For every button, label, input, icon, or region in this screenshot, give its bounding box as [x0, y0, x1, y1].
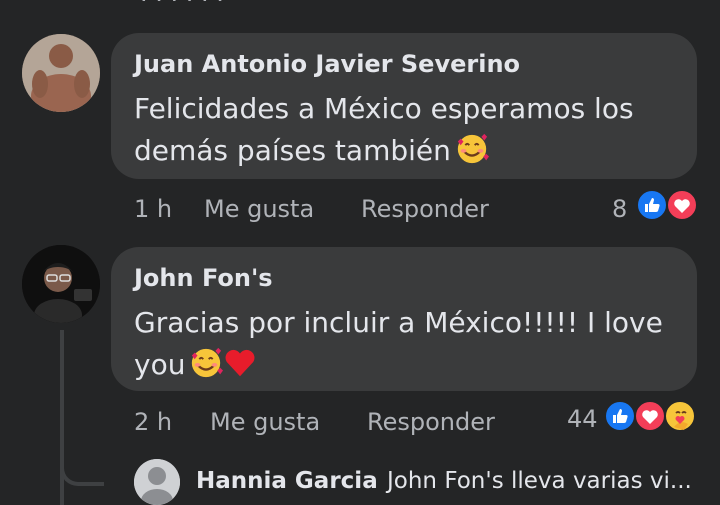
avatar[interactable]	[22, 34, 100, 112]
thread-branch	[60, 432, 104, 486]
truncated-previous-text: · · · · · ·	[140, 0, 224, 14]
smiling-face-with-hearts-icon	[192, 347, 224, 378]
comment-text: Gracias por incluir a México!!!!! I love…	[134, 302, 663, 386]
avatar[interactable]	[134, 459, 180, 505]
comment-author[interactable]: John Fon's	[134, 264, 273, 292]
reply-link[interactable]: Responder	[361, 195, 489, 223]
reply-snippet: John Fon's lleva varias vi...	[387, 468, 692, 494]
love-reaction-icon	[634, 400, 666, 432]
reaction-count: 8	[612, 195, 628, 223]
reply-link[interactable]: Responder	[367, 408, 495, 436]
red-heart-icon	[225, 349, 255, 377]
reply-author[interactable]: Hannia Garcia	[196, 468, 378, 494]
comment-text-line: Felicidades a México esperamos los	[134, 92, 634, 125]
like-reaction-icon	[604, 400, 636, 432]
comment-text-line: you	[134, 344, 663, 386]
comment-author[interactable]: Juan Antonio Javier Severino	[134, 50, 520, 78]
comment-time[interactable]: 2 h	[134, 408, 172, 436]
comment-text-line: demás países también	[134, 130, 634, 172]
care-reaction-icon	[664, 400, 696, 432]
love-reaction-icon	[666, 189, 698, 221]
comment-text-segment: demás países también	[134, 134, 451, 167]
smiling-face-with-hearts-icon	[457, 133, 489, 164]
comment-text-segment: you	[134, 348, 186, 381]
comment-text: Felicidades a México esperamos los demás…	[134, 88, 634, 172]
comment-text-line: Gracias por incluir a México!!!!! I love	[134, 306, 663, 339]
like-link[interactable]: Me gusta	[210, 408, 320, 436]
reaction-count: 44	[567, 405, 598, 433]
comment-time[interactable]: 1 h	[134, 195, 172, 223]
like-link[interactable]: Me gusta	[204, 195, 314, 223]
like-reaction-icon	[636, 189, 668, 221]
avatar[interactable]	[22, 245, 100, 323]
